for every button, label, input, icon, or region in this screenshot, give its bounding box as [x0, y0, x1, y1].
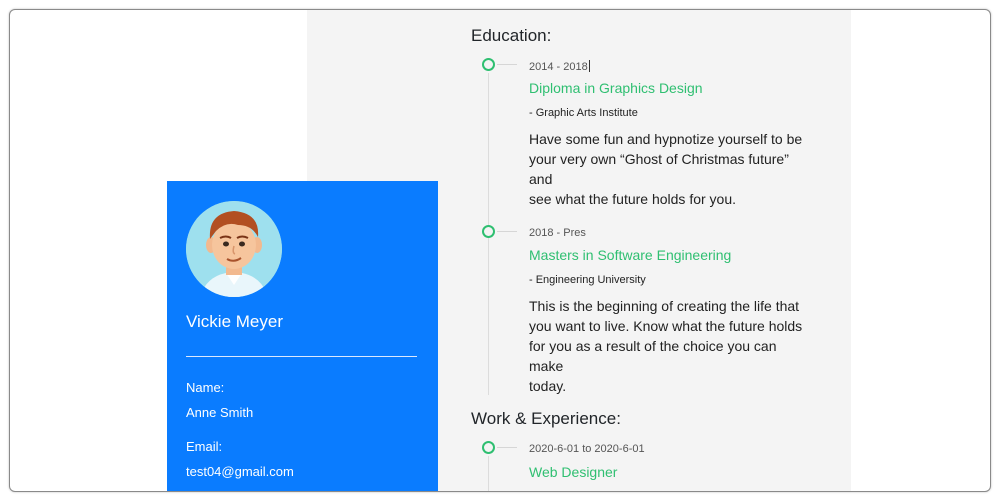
description-line: today.: [529, 378, 567, 394]
work-1-title: Web Designer: [529, 464, 618, 480]
name-label: Name:: [186, 380, 225, 395]
education-2-org: - Engineering University: [529, 274, 646, 286]
profile-name: Vickie Meyer: [186, 312, 283, 331]
app-window: Education: 2014 - 2018 Diploma in Graphi…: [9, 9, 991, 492]
timeline-connector: [497, 64, 517, 65]
description-line: your very own “Ghost of Christmas future…: [529, 151, 789, 187]
description-line: This is the beginning of creating the li…: [529, 298, 800, 314]
work-1-date: 2020-6-01 to 2020-6-01: [529, 443, 645, 455]
education-2-title: Masters in Software Engineering: [529, 247, 732, 263]
name-value: Anne Smith: [186, 405, 254, 420]
email-label: Email:: [186, 439, 223, 454]
education-1-title: Diploma in Graphics Design: [529, 80, 703, 96]
timeline-dot-icon: [482, 58, 495, 71]
education-1-org: - Graphic Arts Institute: [529, 107, 638, 119]
education-heading: Education:: [471, 26, 552, 45]
timeline-dot-icon: [482, 225, 495, 238]
education-2-date: 2018 - Pres: [529, 227, 586, 239]
education-1-description: Have some fun and hypnotize yourself to …: [529, 129, 814, 209]
description-line: see what the future holds for you.: [529, 191, 737, 207]
avatar-illustration-icon: [186, 201, 282, 297]
education-1-date: 2014 - 2018: [529, 60, 590, 73]
avatar: [186, 201, 282, 297]
email-value: test04@gmail.com: [186, 464, 294, 479]
timeline-connector: [497, 447, 517, 448]
description-line: you want to live. Know what the future h…: [529, 318, 803, 334]
text-cursor: [588, 60, 590, 72]
work-heading: Work & Experience:: [471, 409, 621, 428]
timeline-dot-icon: [482, 441, 495, 454]
work-timeline-line: [488, 456, 489, 491]
description-line: Have some fun and hypnotize yourself to …: [529, 131, 803, 147]
education-2-description: This is the beginning of creating the li…: [529, 296, 814, 396]
timeline-connector: [497, 231, 517, 232]
description-line: for you as a result of the choice you ca…: [529, 338, 777, 374]
profile-card: Vickie Meyer Name: Anne Smith Email: tes…: [167, 181, 438, 491]
profile-divider: [186, 356, 417, 357]
